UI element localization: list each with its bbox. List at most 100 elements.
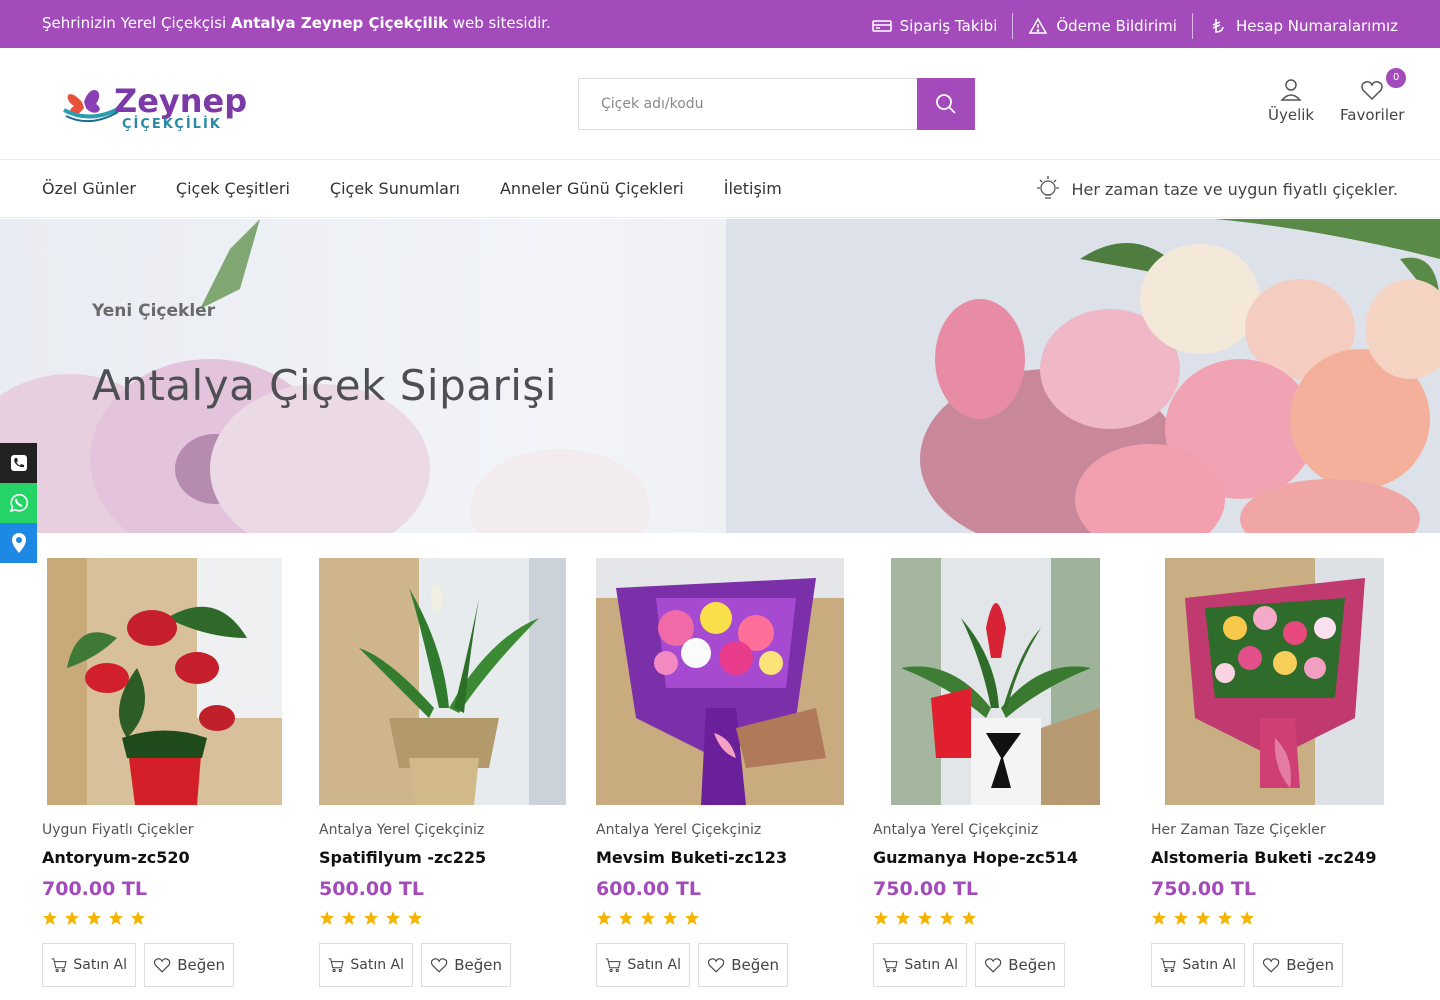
product-name[interactable]: Spatifilyum -zc225: [319, 848, 486, 867]
buy-label: Satın Al: [73, 957, 127, 973]
top-links: Sipariş Takibi Ödeme Bildirimi Hesap Num…: [871, 13, 1398, 39]
divider: [1191, 13, 1193, 39]
star-icon: [874, 911, 888, 925]
lightbulb-icon: [1037, 176, 1060, 199]
hero-banner[interactable]: Yeni Çiçekler Antalya Çiçek Siparişi: [0, 219, 1440, 533]
heart-icon: [1262, 958, 1280, 973]
nav-items: Özel Günler Çiçek Çeşitleri Çiçek Sunuml…: [42, 179, 782, 198]
product-category[interactable]: Antalya Yerel Çiçekçiniz: [319, 822, 484, 838]
product-image[interactable]: [319, 558, 566, 805]
buy-label: Satın Al: [627, 957, 681, 973]
product-name[interactable]: Guzmanya Hope-zc514: [873, 848, 1078, 867]
star-icon: [663, 911, 677, 925]
search-icon: [936, 94, 956, 114]
star-icon: [940, 911, 954, 925]
like-button[interactable]: Beğen: [144, 943, 234, 987]
like-label: Beğen: [731, 956, 779, 974]
welcome-text: Şehrinizin Yerel Çiçekçisi Antalya Zeyne…: [42, 14, 551, 32]
like-button[interactable]: Beğen: [975, 943, 1065, 987]
welcome-pre: Şehrinizin Yerel Çiçekçisi: [42, 14, 227, 32]
star-icon: [641, 911, 655, 925]
buy-button[interactable]: Satın Al: [319, 943, 413, 987]
product-price: 750.00 TL: [873, 878, 979, 900]
like-button[interactable]: Beğen: [1253, 943, 1343, 987]
search-box: [578, 78, 975, 130]
like-button[interactable]: Beğen: [698, 943, 788, 987]
nav-item-flower-types[interactable]: Çiçek Çeşitleri: [176, 179, 290, 198]
order-tracking-link[interactable]: Sipariş Takibi: [871, 17, 998, 35]
cart-icon: [1160, 958, 1176, 973]
product-rating: [42, 910, 146, 926]
product-name[interactable]: Alstomeria Buketi -zc249: [1151, 848, 1376, 867]
bank-accounts-link[interactable]: Hesap Numaralarımız: [1208, 17, 1398, 35]
star-icon: [87, 911, 101, 925]
lira-icon: [1212, 19, 1224, 33]
product-image[interactable]: [891, 558, 1100, 805]
nav-note: Her zaman taze ve uygun fiyatlı çiçekler…: [1033, 174, 1398, 204]
star-icon: [896, 911, 910, 925]
product-name[interactable]: Mevsim Buketi-zc123: [596, 848, 787, 867]
buy-label: Satın Al: [904, 957, 958, 973]
star-icon: [43, 911, 57, 925]
search-input[interactable]: [578, 78, 917, 130]
product-category[interactable]: Antalya Yerel Çiçekçiniz: [596, 822, 761, 838]
like-button[interactable]: Beğen: [421, 943, 511, 987]
header: Zeynep ÇİÇEKÇİLİK Üyelik 0 Favoriler: [0, 48, 1440, 160]
star-icon: [408, 911, 422, 925]
favorites-label: Favoriler: [1340, 106, 1405, 124]
site-logo[interactable]: Zeynep ÇİÇEKÇİLİK: [60, 72, 260, 136]
heart-icon: [707, 958, 725, 973]
welcome-post: web sitesidir.: [452, 14, 551, 32]
product-rating: [873, 910, 977, 926]
buy-button[interactable]: Satın Al: [596, 943, 690, 987]
product-category[interactable]: Her Zaman Taze Çiçekler: [1151, 822, 1326, 838]
star-icon: [1240, 911, 1254, 925]
welcome-brand: Antalya Zeynep Çiçekçilik: [230, 14, 448, 32]
order-tracking-label: Sipariş Takibi: [899, 17, 998, 35]
star-icon: [619, 911, 633, 925]
nav-item-mothers-day[interactable]: Anneler Günü Çiçekleri: [500, 179, 684, 198]
nav-item-contact[interactable]: İletişim: [724, 179, 782, 198]
star-icon: [1218, 911, 1232, 925]
top-bar: Şehrinizin Yerel Çiçekçisi Antalya Zeyne…: [0, 0, 1440, 48]
product-image[interactable]: [1165, 558, 1384, 805]
user-icon: [1280, 79, 1302, 101]
banner-subtitle: Yeni Çiçekler: [92, 301, 216, 321]
nav-item-special-days[interactable]: Özel Günler: [42, 179, 136, 198]
side-whatsapp-button[interactable]: [0, 483, 37, 523]
like-label: Beğen: [177, 956, 225, 974]
buy-button[interactable]: Satın Al: [42, 943, 136, 987]
nav-item-flower-presentations[interactable]: Çiçek Sunumları: [330, 179, 460, 198]
side-phone-button[interactable]: [0, 443, 37, 483]
search-button[interactable]: [917, 78, 975, 130]
warning-icon: [1029, 17, 1048, 34]
product-category[interactable]: Uygun Fiyatlı Çiçekler: [42, 822, 193, 838]
payment-notice-link[interactable]: Ödeme Bildirimi: [1028, 17, 1177, 35]
star-icon: [597, 911, 611, 925]
product-image[interactable]: [47, 558, 282, 805]
like-label: Beğen: [1286, 956, 1334, 974]
buy-button[interactable]: Satın Al: [873, 943, 967, 987]
cart-icon: [51, 958, 67, 973]
favorites-button[interactable]: 0 Favoriler: [1340, 68, 1407, 124]
logo-text: Zeynep: [114, 82, 247, 120]
product-rating: [596, 910, 700, 926]
buy-button[interactable]: Satın Al: [1151, 943, 1245, 987]
like-label: Beğen: [454, 956, 502, 974]
like-label: Beğen: [1008, 956, 1056, 974]
payment-notice-label: Ödeme Bildirimi: [1056, 17, 1177, 35]
product-grid: Uygun Fiyatlı Çiçekler Antoryum-zc520 70…: [0, 533, 1440, 1000]
heart-icon: [153, 958, 171, 973]
phone-icon: [10, 455, 27, 471]
heart-icon: [430, 958, 448, 973]
star-icon: [320, 911, 334, 925]
product-image[interactable]: [596, 558, 844, 805]
product-category[interactable]: Antalya Yerel Çiçekçiniz: [873, 822, 1038, 838]
product-price: 500.00 TL: [319, 878, 425, 900]
account-button[interactable]: Üyelik: [1268, 78, 1314, 124]
star-icon: [962, 911, 976, 925]
product-name[interactable]: Antoryum-zc520: [42, 848, 190, 867]
heart-icon: [1361, 81, 1383, 101]
account-label: Üyelik: [1268, 106, 1315, 124]
star-icon: [65, 911, 79, 925]
